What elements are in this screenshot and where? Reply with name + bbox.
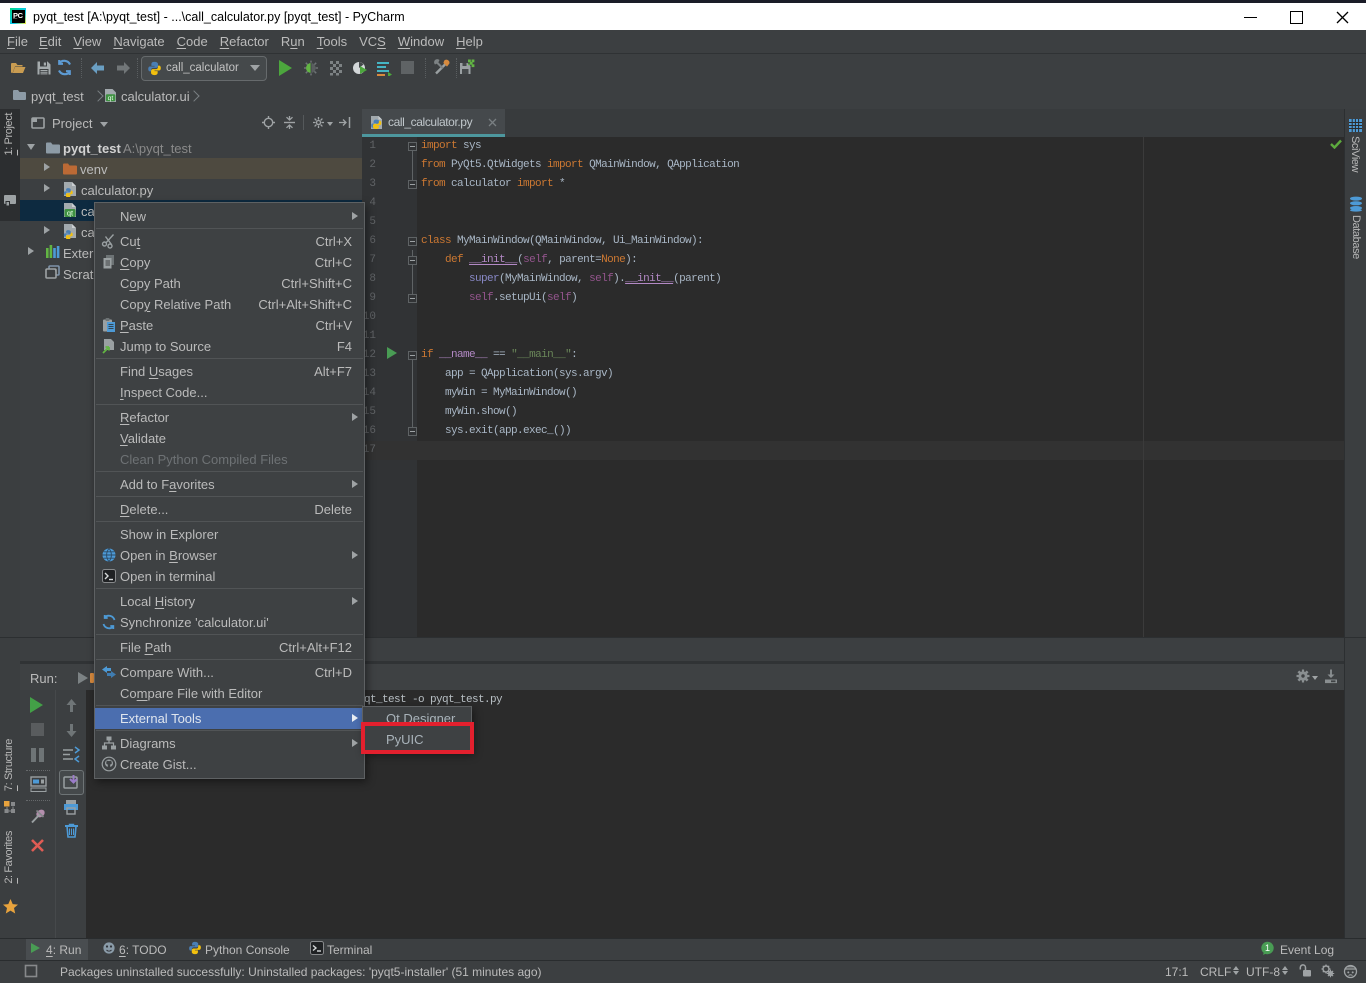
svg-text:qt: qt	[67, 209, 74, 218]
svg-text:qt: qt	[108, 95, 114, 102]
svg-text:1: 1	[1265, 943, 1270, 953]
